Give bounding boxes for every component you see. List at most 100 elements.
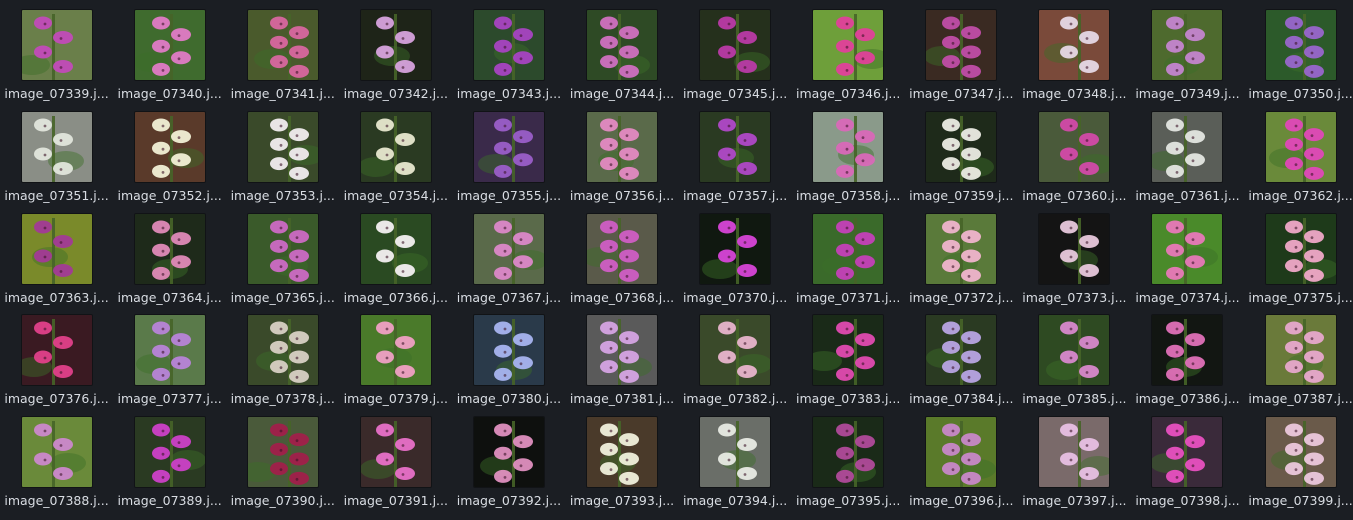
file-item[interactable]: image_07353.j... [226,106,339,208]
image-thumbnail [926,10,997,80]
file-item[interactable]: image_07347.j... [905,4,1018,106]
file-name-label: image_07377.j... [117,392,222,407]
file-name-label: image_07397.j... [1022,494,1127,509]
file-item[interactable]: image_07391.j... [339,411,452,513]
file-name-label: image_07395.j... [796,494,901,509]
file-item[interactable]: image_07342.j... [339,4,452,106]
image-thumbnail [926,315,997,386]
foxglove-picture [473,417,544,488]
file-item[interactable]: image_07390.j... [226,411,339,513]
file-item[interactable]: image_07382.j... [679,309,792,411]
file-grid: image_07339.j... image_07340.j... image_07… [0,0,1353,520]
file-name-label: image_07346.j... [796,87,901,101]
image-thumbnail [813,315,884,386]
file-item[interactable]: image_07392.j... [452,411,565,513]
file-name-label: image_07343.j... [456,87,562,101]
file-item[interactable]: image_07389.j... [113,411,226,513]
file-item[interactable]: image_07395.j... [792,411,905,513]
image-thumbnail [926,213,997,284]
foxglove-picture [360,315,431,386]
file-item[interactable]: image_07341.j... [226,4,339,106]
file-name-label: image_07391.j... [343,494,448,509]
file-item[interactable]: image_07399.j... [1244,411,1353,513]
file-item[interactable]: image_07398.j... [1131,411,1244,513]
file-item[interactable]: image_07375.j... [1244,208,1353,310]
file-item[interactable]: image_07343.j... [452,4,565,106]
file-item[interactable]: image_07351.j... [0,106,113,208]
file-item[interactable]: image_07373.j... [1018,208,1131,310]
foxglove-picture [813,417,884,488]
file-item[interactable]: image_07339.j... [0,4,113,106]
foxglove-picture [1152,315,1223,386]
foxglove-picture [926,111,997,182]
file-item[interactable]: image_07384.j... [905,309,1018,411]
file-item[interactable]: image_07368.j... [565,208,678,310]
file-item[interactable]: image_07388.j... [0,411,113,513]
file-item[interactable]: image_07359.j... [905,106,1018,208]
file-name-label: image_07375.j... [1248,290,1353,305]
file-item[interactable]: image_07344.j... [565,4,678,106]
file-item[interactable]: image_07364.j... [113,208,226,310]
file-item[interactable]: image_07340.j... [113,4,226,106]
file-name-label: image_07351.j... [4,188,109,203]
file-item[interactable]: image_07380.j... [452,309,565,411]
file-item[interactable]: image_07367.j... [452,208,565,310]
file-item[interactable]: image_07354.j... [339,106,452,208]
file-item[interactable]: image_07361.j... [1131,106,1244,208]
file-name-label: image_07388.j... [4,494,109,509]
file-name-label: image_07385.j... [1022,392,1127,407]
file-item[interactable]: image_07362.j... [1244,106,1353,208]
foxglove-picture [134,213,205,284]
file-name-label: image_07373.j... [1022,290,1127,305]
image-thumbnail [1039,10,1110,80]
file-item[interactable]: image_07366.j... [339,208,452,310]
foxglove-picture [1039,417,1110,488]
file-item[interactable]: image_07348.j... [1018,4,1131,106]
file-item[interactable]: image_07357.j... [679,106,792,208]
file-item[interactable]: image_07383.j... [792,309,905,411]
foxglove-picture [1039,213,1110,284]
foxglove-picture [1265,315,1336,386]
file-item[interactable]: image_07397.j... [1018,411,1131,513]
file-item[interactable]: image_07381.j... [565,309,678,411]
file-item[interactable]: image_07355.j... [452,106,565,208]
file-item[interactable]: image_07346.j... [792,4,905,106]
file-name-label: image_07396.j... [909,494,1014,509]
file-name-label: image_07368.j... [569,290,675,305]
file-item[interactable]: image_07396.j... [905,411,1018,513]
file-name-label: image_07394.j... [682,494,788,509]
file-item[interactable]: image_07393.j... [565,411,678,513]
file-item[interactable]: image_07378.j... [226,309,339,411]
file-item[interactable]: image_07386.j... [1131,309,1244,411]
file-item[interactable]: image_07363.j... [0,208,113,310]
file-name-label: image_07389.j... [117,494,222,509]
file-item[interactable]: image_07356.j... [565,106,678,208]
file-item[interactable]: image_07385.j... [1018,309,1131,411]
file-name-label: image_07345.j... [682,87,788,101]
file-item[interactable]: image_07370.j... [679,208,792,310]
file-item[interactable]: image_07387.j... [1244,309,1353,411]
file-item[interactable]: image_07376.j... [0,309,113,411]
file-item[interactable]: image_07394.j... [679,411,792,513]
file-item[interactable]: image_07379.j... [339,309,452,411]
foxglove-picture [21,213,92,284]
file-item[interactable]: image_07350.j... [1244,4,1353,106]
foxglove-picture [247,213,318,284]
file-item[interactable]: image_07365.j... [226,208,339,310]
file-item[interactable]: image_07371.j... [792,208,905,310]
image-thumbnail [247,315,318,386]
file-item[interactable]: image_07377.j... [113,309,226,411]
file-item[interactable]: image_07372.j... [905,208,1018,310]
file-item[interactable]: image_07358.j... [792,106,905,208]
foxglove-picture [813,10,884,80]
image-thumbnail [473,315,544,386]
file-item[interactable]: image_07345.j... [679,4,792,106]
image-thumbnail [360,417,431,488]
foxglove-picture [21,10,92,80]
file-item[interactable]: image_07349.j... [1131,4,1244,106]
file-item[interactable]: image_07352.j... [113,106,226,208]
file-name-label: image_07364.j... [117,290,222,305]
file-item[interactable]: image_07374.j... [1131,208,1244,310]
file-item[interactable]: image_07360.j... [1018,106,1131,208]
image-thumbnail [587,213,658,284]
